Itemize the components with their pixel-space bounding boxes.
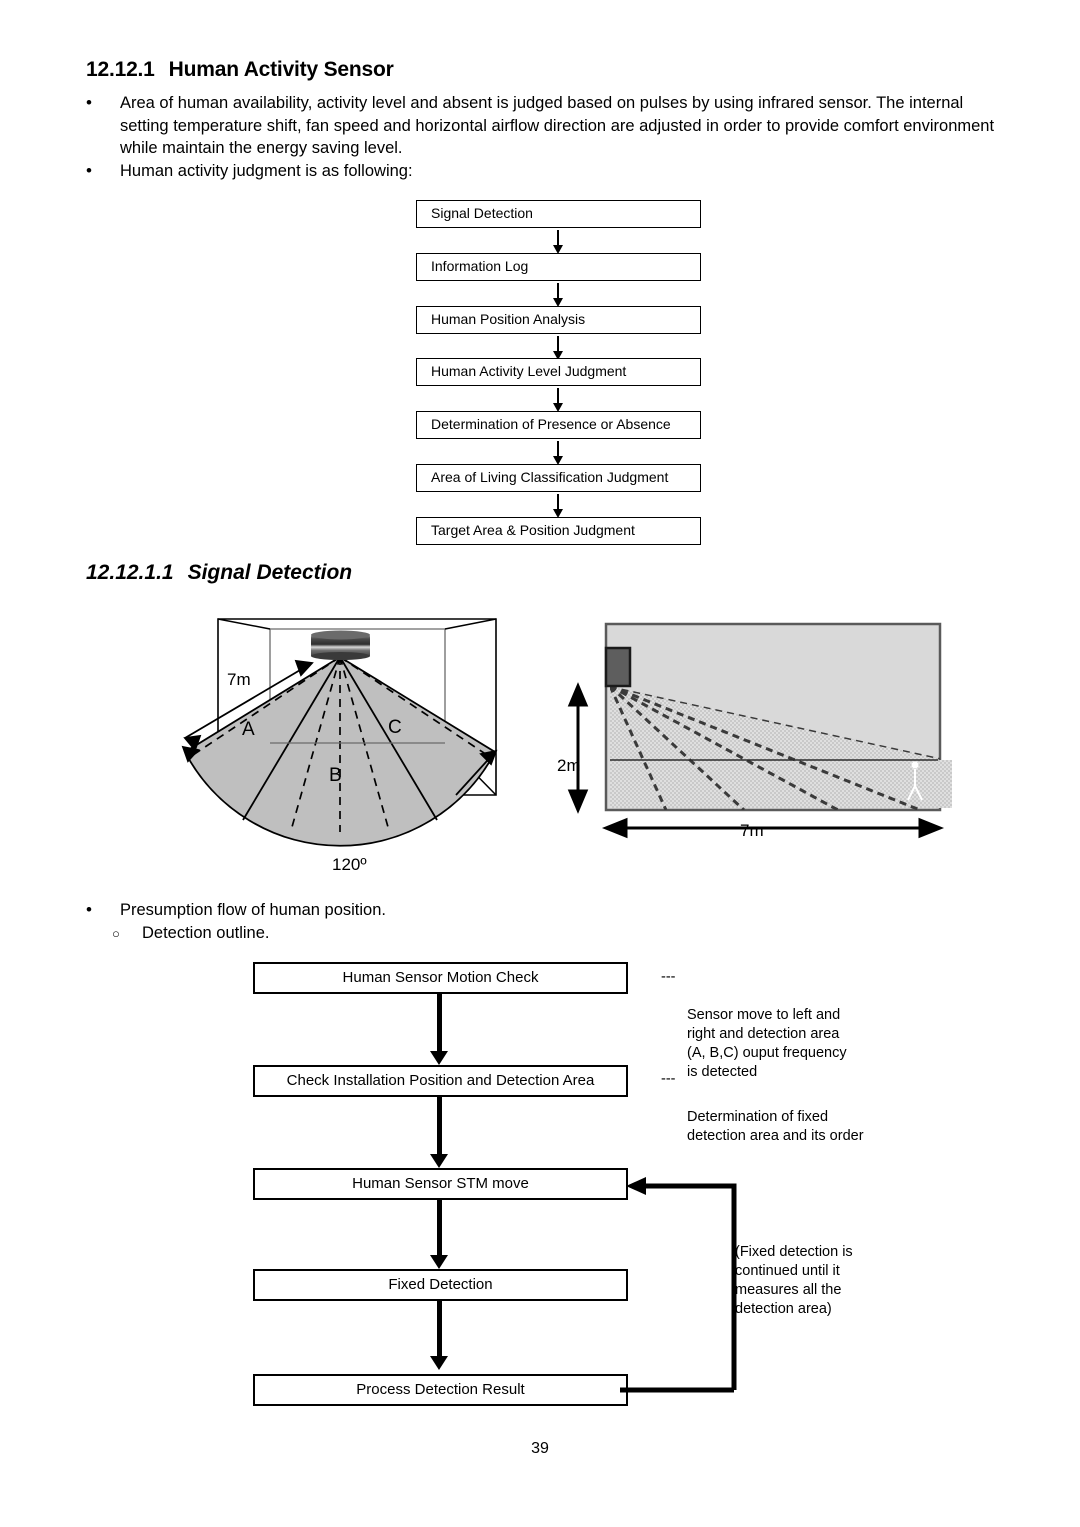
page-number: 39	[531, 1440, 549, 1457]
ceiling-sensor-icon	[311, 630, 370, 660]
flow1-step-3: Human Position Analysis	[416, 306, 701, 334]
flow2-annotation-2: --- Determination of fixed detection are…	[661, 1070, 911, 1165]
flow2-step-5: Process Detection Result	[253, 1374, 628, 1406]
flow2-arrow-2	[430, 1097, 448, 1168]
height-label-2m: 2m	[557, 756, 581, 775]
flow2-step-3: Human Sensor STM move	[253, 1168, 628, 1200]
flow2-step-2: Check Installation Position and Detectio…	[253, 1065, 628, 1097]
flow2-step-4: Fixed Detection	[253, 1269, 628, 1301]
feedback-loop-arrow	[620, 1177, 737, 1393]
wall-sensor-icon	[604, 646, 632, 688]
flow1-arrow-4	[553, 388, 563, 412]
zone-label-c: C	[388, 717, 402, 738]
flow-bullet-1: • Presumption flow of human position.	[86, 899, 586, 922]
feedback-loop-note: (Fixed detection is continued until it m…	[735, 1244, 853, 1317]
flow1-step-7: Target Area & Position Judgment	[416, 517, 701, 545]
flow-bullet-2-text: Detection outline.	[142, 924, 270, 942]
flow1-step-1: Signal Detection	[416, 200, 701, 228]
flow1-step-6: Area of Living Classification Judgment	[416, 464, 701, 492]
flow2-arrow-1	[430, 994, 448, 1065]
flow1-arrow-2	[553, 283, 563, 307]
flow2-annotation-2-text: Determination of fixed detection area an…	[687, 1109, 864, 1144]
flow1-arrow-3	[553, 336, 563, 360]
zone-label-a: A	[242, 719, 255, 740]
page-title: 12.12.1 Human Activity Sensor	[86, 58, 394, 82]
flow1-step-2: Information Log	[416, 253, 701, 281]
flow-bullet-1-text: Presumption flow of human position.	[120, 901, 386, 919]
flow2-step-1: Human Sensor Motion Check	[253, 962, 628, 994]
dash-marker: ---	[661, 969, 676, 985]
flow1-step-4: Human Activity Level Judgment	[416, 358, 701, 386]
bullet-marker: ○	[112, 926, 120, 941]
flow1-arrow-1	[553, 230, 563, 254]
detection-region-extension	[938, 760, 952, 808]
intro-bullet-2-text: Human activity judgment is as following:	[120, 162, 413, 180]
distance-arrow-7m-side	[601, 817, 945, 839]
dash-marker: ---	[661, 1071, 676, 1087]
distance-label-7m-side: 7m	[740, 821, 764, 840]
flow1-step-5: Determination of Presence or Absence	[416, 411, 701, 439]
bullet-marker: •	[86, 900, 92, 919]
section-title: Human Activity Sensor	[168, 58, 394, 81]
subsection-title: 12.12.1.1 Signal Detection	[86, 561, 352, 585]
subsection-title-text: Signal Detection	[187, 561, 353, 584]
subsection-number: 12.12.1.1	[86, 561, 174, 584]
angle-label-120: 120º	[332, 855, 367, 874]
bullet-marker: •	[86, 161, 92, 180]
intro-bullet-1-text: Area of human availability, activity lev…	[120, 94, 995, 157]
distance-label-7m: 7m	[227, 670, 251, 689]
height-arrow-2m	[567, 682, 589, 814]
zone-label-b: B	[329, 765, 342, 786]
flow1-arrow-5	[553, 441, 563, 465]
flow-bullet-2: ○ Detection outline.	[112, 922, 592, 945]
flow2-arrow-3	[430, 1200, 448, 1269]
intro-bullet-1: • Area of human availability, activity l…	[86, 92, 996, 160]
flow1-arrow-6	[553, 494, 563, 518]
intro-bullet-2: • Human activity judgment is as followin…	[86, 160, 986, 183]
bullet-marker: •	[86, 93, 92, 112]
section-number: 12.12.1	[86, 58, 155, 81]
flow2-arrow-4	[430, 1301, 448, 1370]
